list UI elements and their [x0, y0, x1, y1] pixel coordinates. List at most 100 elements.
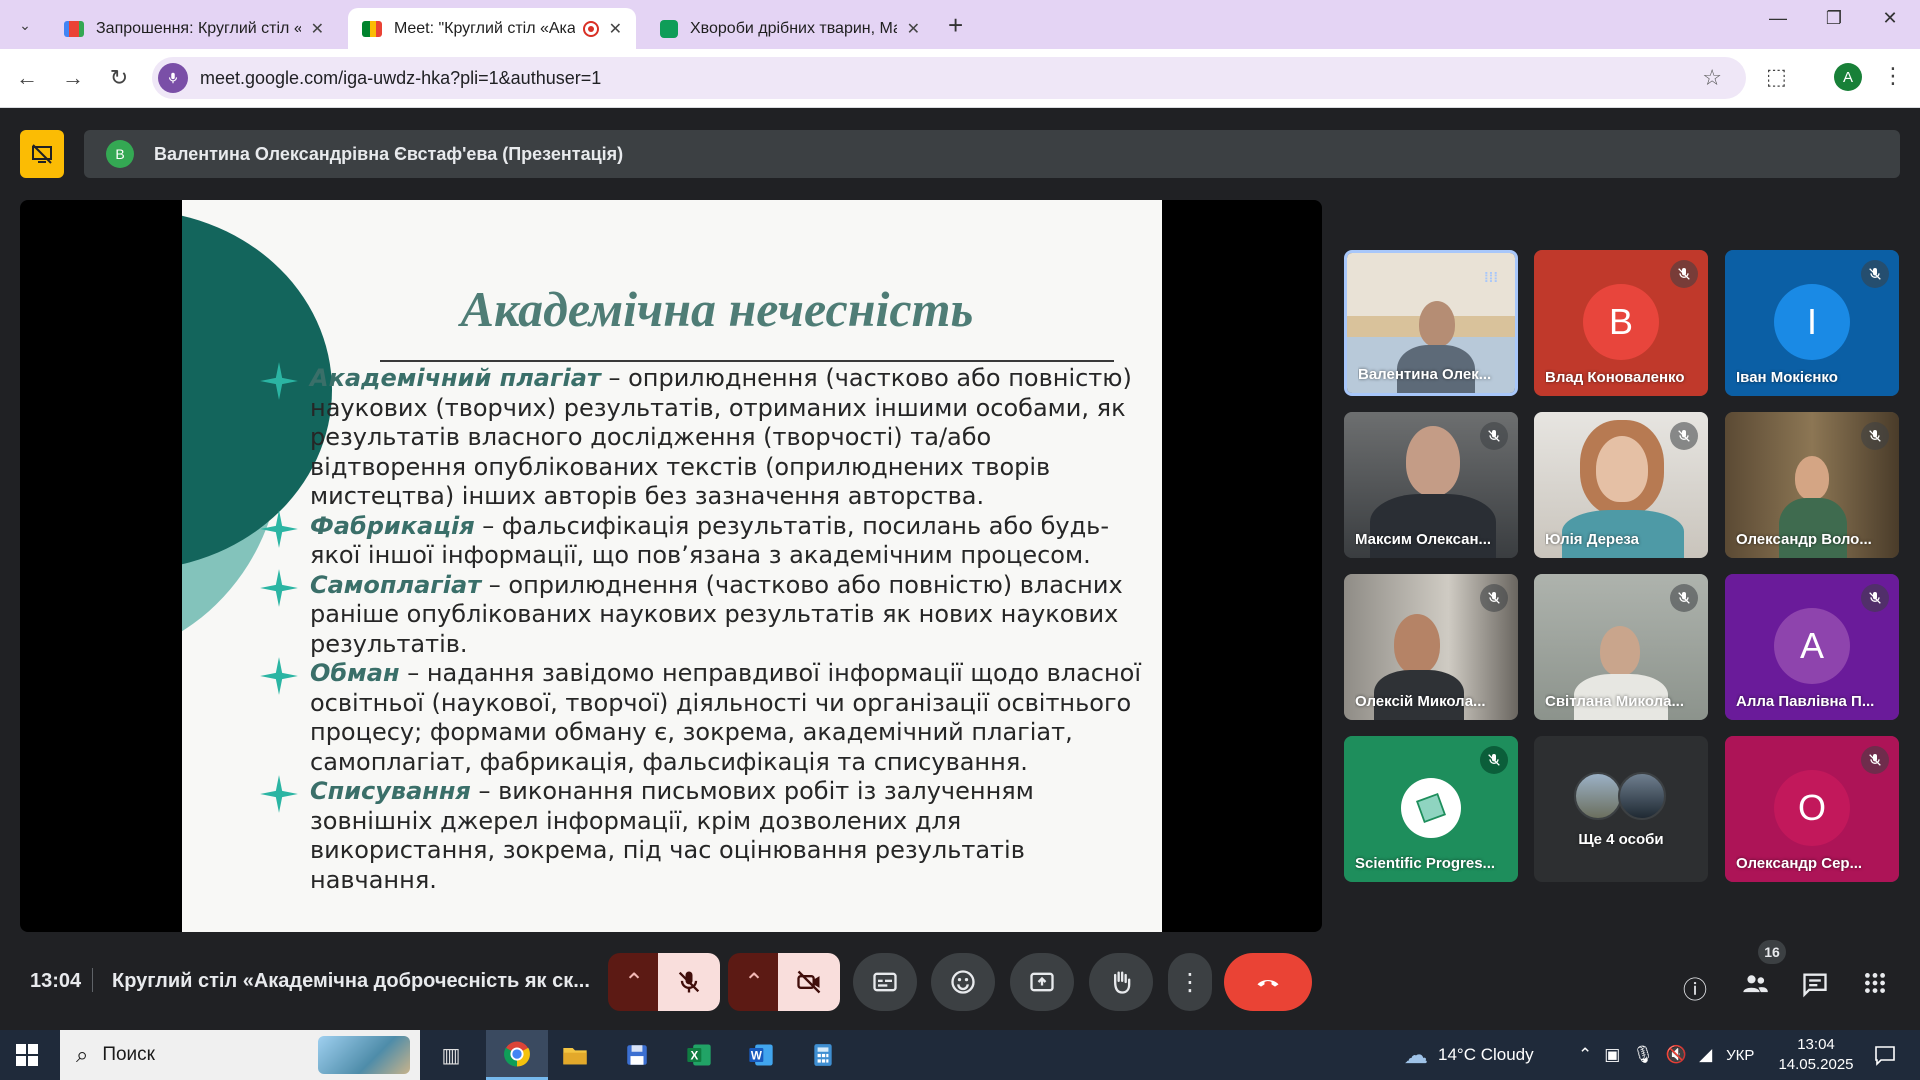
notifications-icon[interactable] — [1862, 1038, 1908, 1072]
participant-tile[interactable]: Scientific Progres... — [1344, 736, 1518, 882]
bookmark-star-icon[interactable]: ☆ — [1702, 65, 1722, 91]
video-options-button[interactable]: ⌃ — [728, 953, 780, 1011]
microphone-toggle-button[interactable] — [658, 953, 720, 1011]
tab-title: Meet: "Круглий стіл «Академічна доброчес… — [394, 19, 575, 37]
participant-tile[interactable]: Юлія Дереза — [1534, 412, 1708, 558]
people-icon[interactable] — [1738, 970, 1772, 1005]
svg-text:X: X — [690, 1050, 698, 1063]
weather-text: 14°C Cloudy — [1438, 1045, 1534, 1064]
muted-mic-icon — [1861, 584, 1889, 612]
chat-icon[interactable] — [1798, 970, 1832, 1005]
windows-taskbar: ⌕ Поиск ▥ X W ☁ 14°C Cloudy ⌃ ▣ 🎙 🔇 ◢ УК… — [0, 1030, 1920, 1080]
participant-avatar: І — [1774, 284, 1850, 360]
camera-toggle-button[interactable] — [778, 953, 840, 1011]
profile-avatar[interactable]: A — [1834, 63, 1862, 91]
close-tab-icon[interactable]: ✕ — [907, 19, 920, 39]
microphone-site-icon[interactable] — [158, 63, 188, 93]
participant-tile[interactable]: В Влад Коноваленко — [1534, 250, 1708, 396]
word-icon[interactable]: W — [738, 1038, 784, 1072]
extensions-icon[interactable]: ⬚ — [1766, 64, 1787, 90]
calculator-icon[interactable] — [800, 1038, 846, 1072]
audio-options-button[interactable]: ⌃ — [608, 953, 660, 1011]
more-participants-tile[interactable]: Ще 4 особи — [1534, 736, 1708, 882]
participant-avatar: А — [1774, 608, 1850, 684]
volume-muted-icon[interactable]: 🔇 — [1666, 1045, 1687, 1065]
windows-start-icon[interactable] — [16, 1044, 38, 1066]
participant-name: Влад Коноваленко — [1545, 369, 1685, 386]
muted-mic-icon — [1670, 422, 1698, 450]
chrome-taskbar-icon[interactable] — [486, 1030, 548, 1080]
search-icon: ⌕ — [76, 1042, 89, 1067]
participant-name: Світлана Микола... — [1545, 693, 1684, 710]
taskbar-clock[interactable]: 13:04 14.05.2025 — [1776, 1035, 1856, 1075]
meet-tray-icon[interactable]: ▣ — [1604, 1045, 1620, 1065]
show-hidden-icons-icon[interactable]: ⌃ — [1578, 1045, 1592, 1065]
participant-tile[interactable]: Максим Олексан... — [1344, 412, 1518, 558]
excel-icon[interactable]: X — [676, 1038, 722, 1072]
activities-grid-icon[interactable] — [1858, 970, 1892, 1003]
slide-bullet: Фабрикація – фальсифікація результатів, … — [260, 509, 1150, 571]
muted-mic-icon — [1480, 584, 1508, 612]
participant-tile[interactable]: А Алла Павлівна П... — [1725, 574, 1899, 720]
back-arrow-icon[interactable]: ← — [12, 65, 42, 91]
search-highlight-image — [318, 1036, 410, 1074]
reactions-button[interactable] — [931, 953, 995, 1011]
microphone-tray-icon[interactable]: 🎙 — [1632, 1045, 1654, 1065]
muted-mic-icon — [678, 971, 700, 993]
recording-icon — [582, 20, 599, 37]
network-icon[interactable]: ◢ — [1699, 1045, 1712, 1065]
taskbar-search-box[interactable]: ⌕ Поиск — [60, 1030, 420, 1080]
participant-tile[interactable]: Світлана Микола... — [1534, 574, 1708, 720]
tab-gmail[interactable]: Запрошення: Круглий стіл «Академічна доб… — [50, 8, 338, 49]
participant-name: Алла Павлівна П... — [1736, 693, 1875, 710]
presenter-avatar: В — [106, 140, 134, 168]
tab-title: Запрошення: Круглий стіл «Академічна доб… — [96, 19, 301, 37]
captions-button[interactable] — [853, 953, 917, 1011]
close-window-icon[interactable]: ✕ — [1870, 8, 1910, 29]
tab-meet[interactable]: Meet: "Круглий стіл «Академічна доброчес… — [348, 8, 636, 49]
browser-toolbar: ← → ↻ meet.google.com/iga-uwdz-hka?pli=1… — [0, 49, 1920, 108]
stop-presentation-icon[interactable] — [20, 130, 64, 178]
slide-bullet: Списування – виконання письмових робіт і… — [260, 775, 1150, 895]
file-explorer-icon[interactable] — [552, 1038, 598, 1072]
scientific-progress-logo — [1401, 778, 1461, 838]
restore-icon[interactable]: ❐ — [1814, 8, 1854, 29]
weather-widget[interactable]: ☁ 14°C Cloudy — [1404, 1030, 1534, 1080]
save-app-icon[interactable] — [614, 1038, 660, 1072]
forward-arrow-icon[interactable]: → — [58, 65, 88, 91]
hand-icon — [1114, 971, 1131, 994]
tab-sheets[interactable]: Хвороби дрібних тварин, Магістри ✕ — [646, 8, 934, 49]
mic-icon — [1480, 746, 1508, 774]
cloud-icon: ☁ — [1404, 1041, 1428, 1069]
address-bar[interactable]: meet.google.com/iga-uwdz-hka?pli=1&authu… — [152, 57, 1746, 99]
reload-icon[interactable]: ↻ — [104, 65, 134, 91]
browser-tab-strip: ⌄ Запрошення: Круглий стіл «Академічна д… — [0, 0, 1920, 49]
bullet-term: Академічний плагіат — [310, 364, 601, 392]
browser-menu-icon[interactable]: ⋮ — [1882, 63, 1904, 89]
meeting-info-icon[interactable]: ⓘ — [1678, 970, 1712, 1005]
slide-bullets: Академічний плагіат – оприлюднення (част… — [260, 362, 1150, 895]
close-tab-icon[interactable]: ✕ — [609, 19, 622, 39]
participant-name: Іван Мокієнко — [1736, 369, 1838, 386]
minimize-icon[interactable]: — — [1758, 8, 1798, 29]
new-tab-icon[interactable]: + — [948, 10, 963, 41]
more-participants-label: Ще 4 особи — [1578, 831, 1664, 848]
meeting-title[interactable]: Круглий стіл «Академічна доброчесність я… — [112, 970, 590, 993]
close-tab-icon[interactable]: ✕ — [311, 19, 324, 39]
tab-search-chevron-icon[interactable]: ⌄ — [10, 10, 40, 40]
task-view-icon[interactable]: ▥ — [428, 1038, 474, 1072]
meeting-clock: 13:04 — [30, 970, 82, 992]
participant-tile[interactable]: О Олександр Сер... — [1725, 736, 1899, 882]
clock-time: 13:04 — [1797, 1036, 1835, 1053]
leave-call-button[interactable] — [1224, 953, 1312, 1011]
participant-tile[interactable]: Олександр Воло... — [1725, 412, 1899, 558]
participant-tile[interactable]: І Іван Мокієнко — [1725, 250, 1899, 396]
tab-title: Хвороби дрібних тварин, Магістри — [690, 19, 897, 37]
input-language[interactable]: УКР — [1726, 1047, 1754, 1064]
camera-off-icon — [797, 970, 821, 994]
more-options-button[interactable]: ⋮ — [1168, 953, 1212, 1011]
raise-hand-button[interactable] — [1089, 953, 1153, 1011]
participant-tile[interactable]: Олексій Микола... — [1344, 574, 1518, 720]
participant-tile[interactable]: ⁞⁞⁞ Валентина Олек... — [1344, 250, 1518, 396]
present-screen-button[interactable] — [1010, 953, 1074, 1011]
